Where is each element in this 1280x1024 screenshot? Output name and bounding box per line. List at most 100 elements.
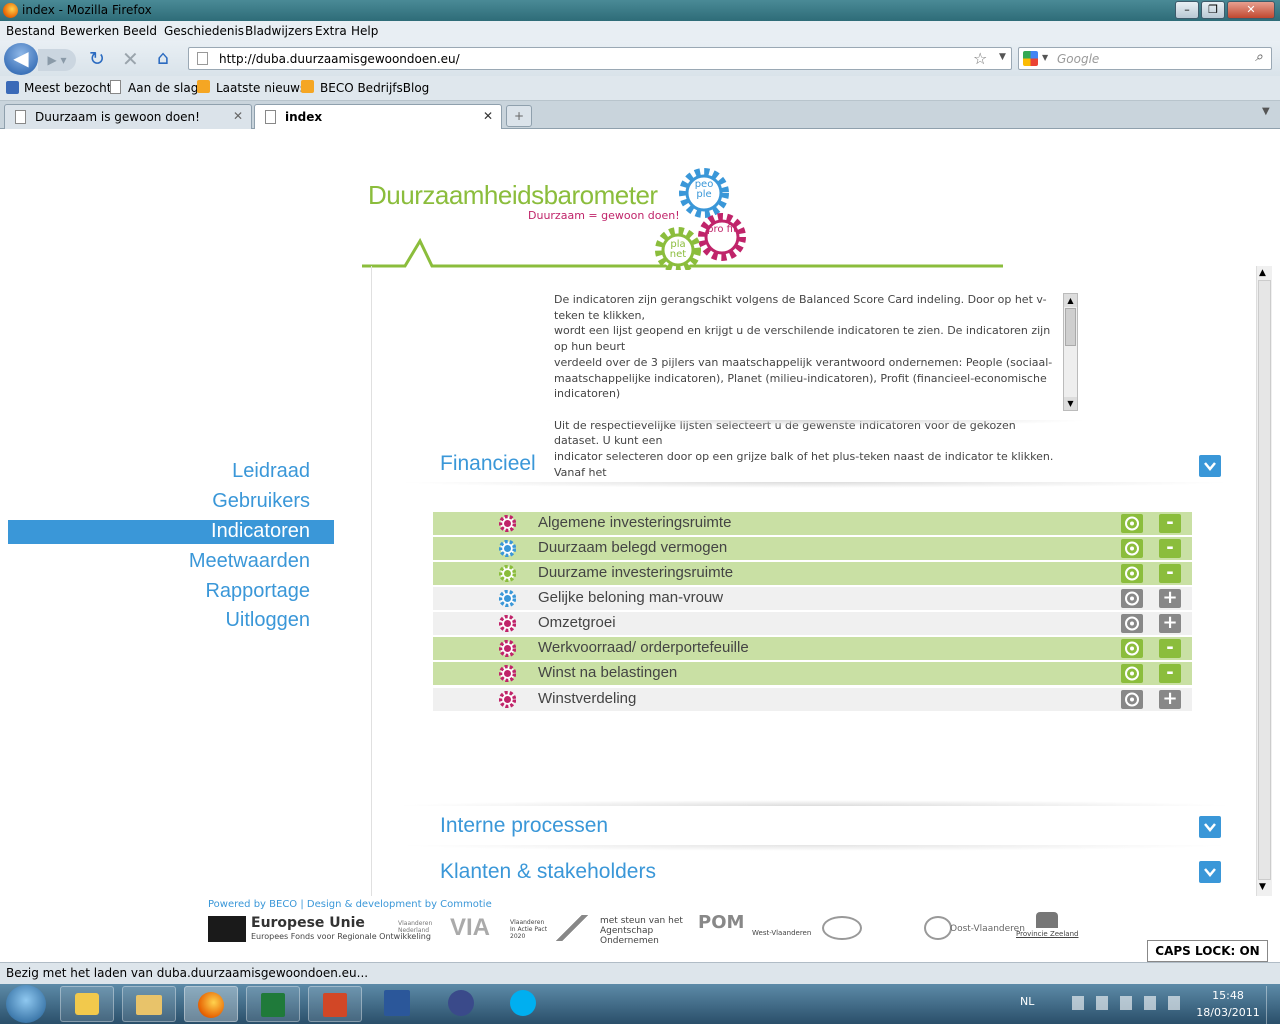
page-icon [265,110,276,124]
nav-leidraad[interactable]: Leidraad [0,460,310,483]
bookmark-beco-bedrijfsblog[interactable]: BECO BedrijfsBlog [320,81,429,95]
detail-button[interactable] [1121,514,1143,533]
url-bar[interactable]: http://duba.duurzaamisgewoondoen.eu/ ☆ ▼ [188,47,1012,70]
remove-indicator-button[interactable]: - [1159,564,1181,583]
taskbar-excel[interactable] [246,986,300,1022]
tray-icons[interactable] [1072,996,1184,1010]
section-interne-processen[interactable]: Interne processen [440,814,608,838]
scroll-up-icon[interactable]: ▲ [1259,268,1266,278]
section-financieel[interactable]: Financieel [440,452,536,476]
menu-extra[interactable]: Extra [315,24,347,38]
nav-rapportage[interactable]: Rapportage [0,580,310,603]
scroll-up-icon[interactable]: ▲ [1064,294,1077,307]
menu-bestand[interactable]: Bestand [6,24,55,38]
detail-button[interactable] [1121,664,1143,683]
indicator-row[interactable]: Duurzaam belegd vermogen - [433,537,1192,560]
firefox-icon [3,3,18,18]
scroll-down-icon[interactable]: ▼ [1259,882,1266,892]
taskbar-firefox[interactable] [184,986,238,1022]
language-indicator[interactable]: NL [1020,995,1034,1008]
nav-indicatoren[interactable]: Indicatoren [0,520,310,543]
forward-button[interactable]: ▶ ▾ [38,49,76,71]
app-icon[interactable] [448,990,474,1016]
clock-time[interactable]: 15:48 [1200,989,1256,1002]
nav-gebruikers[interactable]: Gebruikers [0,490,310,513]
add-indicator-button[interactable]: + [1159,614,1181,633]
taskbar-outlook[interactable] [60,986,114,1022]
maximize-button[interactable]: ❐ [1201,1,1225,19]
plus-icon: + [1162,688,1178,709]
menu-beeld[interactable]: Beeld [123,24,157,38]
tab-list-icon[interactable]: ▼ [1262,106,1270,117]
bookmark-laatste-nieuws[interactable]: Laatste nieuws [216,81,306,95]
expand-klanten-button[interactable] [1199,861,1221,883]
detail-button[interactable] [1121,639,1143,658]
minimize-button[interactable]: – [1175,1,1199,19]
start-button[interactable] [6,985,46,1023]
scroll-thumb[interactable] [1258,280,1271,880]
add-indicator-button[interactable]: + [1159,589,1181,608]
menu-bladwijzers[interactable]: Bladwijzers [245,24,313,38]
bookmark-meest-bezocht[interactable]: Meest bezocht [24,81,111,95]
indicator-row[interactable]: Duurzame investeringsruimte - [433,562,1192,585]
bookmark-aan-de-slag[interactable]: Aan de slag [128,81,198,95]
detail-button[interactable] [1121,564,1143,583]
stop-icon[interactable]: ✕ [122,47,139,71]
page-scrollbar[interactable]: ▲ ▼ [1256,266,1272,896]
tab-duurzaam[interactable]: Duurzaam is gewoon doen! ✕ [4,104,252,129]
detail-button[interactable] [1121,690,1143,709]
section-klanten-stakeholders[interactable]: Klanten & stakeholders [440,860,656,884]
indicator-row[interactable]: Werkvoorraad/ orderportefeuille - [433,637,1192,660]
detail-button[interactable] [1121,539,1143,558]
remove-indicator-button[interactable]: - [1159,639,1181,658]
show-desktop-button[interactable] [1266,986,1280,1024]
scroll-down-icon[interactable]: ▼ [1064,397,1077,410]
engine-dropdown-icon[interactable]: ▼ [1042,53,1048,62]
home-icon[interactable]: ⌂ [157,47,169,69]
star-icon[interactable]: ☆ [973,49,987,68]
nav-meetwaarden[interactable]: Meetwaarden [0,550,310,573]
status-bar: Bezig met het laden van duba.duurzaamisg… [0,962,1280,984]
tab-close-icon[interactable]: ✕ [233,109,243,123]
eu-flag-icon [208,916,246,942]
expand-interne-processen-button[interactable] [1199,816,1221,838]
indicator-row[interactable]: Winstverdeling + [433,688,1192,711]
detail-button[interactable] [1121,589,1143,608]
expand-financieel-button[interactable] [1199,455,1221,477]
word-icon[interactable] [384,990,410,1016]
google-icon [1023,51,1038,66]
clock-date[interactable]: 18/03/2011 [1192,1006,1264,1019]
detail-button[interactable] [1121,614,1143,633]
remove-indicator-button[interactable]: - [1159,514,1181,533]
taskbar-explorer[interactable] [122,986,176,1022]
menu-help[interactable]: Help [351,24,378,38]
new-tab-button[interactable]: + [506,105,532,127]
zeeland-lion-icon [1036,912,1058,928]
agentschap-text: met steun van het Agentschap Ondernemen [600,916,683,946]
add-indicator-button[interactable]: + [1159,690,1181,709]
indicator-row[interactable]: Gelijke beloning man-vrouw + [433,587,1192,610]
tab-close-icon[interactable]: ✕ [483,109,493,123]
indicator-name: Gelijke beloning man-vrouw [538,589,724,606]
tab-index[interactable]: index ✕ [254,104,502,129]
indicator-row[interactable]: Omzetgroei + [433,612,1192,635]
search-icon[interactable]: ⌕ [1255,49,1263,65]
nav-uitloggen[interactable]: Uitloggen [0,609,310,632]
info-scrollbar[interactable]: ▲ ▼ [1063,293,1078,411]
search-bar[interactable]: ▼ Google ⌕ [1018,47,1272,70]
taskbar-powerpoint[interactable] [308,986,362,1022]
page-icon [197,52,208,65]
indicator-name: Algemene investeringsruimte [538,514,732,531]
remove-indicator-button[interactable]: - [1159,664,1181,683]
skype-icon[interactable] [510,990,536,1016]
menu-geschiedenis[interactable]: Geschiedenis [164,24,244,38]
close-window-button[interactable]: ✕ [1227,1,1275,19]
indicator-row[interactable]: Winst na belastingen - [433,662,1192,685]
indicator-row[interactable]: Algemene investeringsruimte - [433,512,1192,535]
menu-bewerken[interactable]: Bewerken [60,24,119,38]
scroll-thumb[interactable] [1065,308,1076,346]
back-button[interactable]: ◀ [4,43,38,75]
remove-indicator-button[interactable]: - [1159,539,1181,558]
reload-icon[interactable]: ↻ [89,48,105,70]
url-dropdown-icon[interactable]: ▼ [999,52,1006,62]
